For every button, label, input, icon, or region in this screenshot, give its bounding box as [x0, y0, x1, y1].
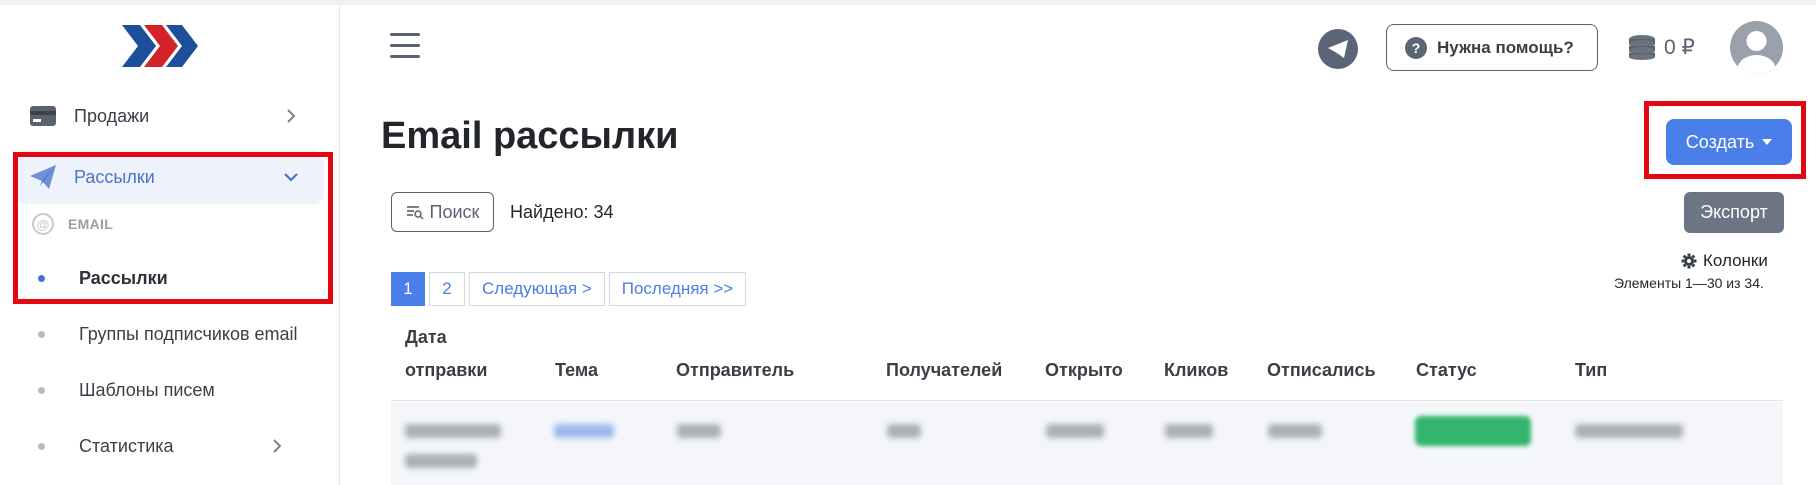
user-icon [1737, 31, 1776, 74]
bullet-icon [38, 330, 45, 338]
export-button[interactable]: Экспорт [1684, 192, 1784, 233]
pagination: 1 2 Следующая > Последняя >> [391, 272, 750, 306]
blurred-cell [1268, 424, 1322, 438]
last-page-link[interactable]: Последняя >> [608, 272, 747, 306]
found-count: Найдено: 34 [510, 202, 614, 222]
sidebar-subitem-templates[interactable]: Шаблоны писем [38, 375, 328, 405]
gear-icon [1681, 253, 1697, 269]
blurred-cell [1575, 424, 1683, 438]
columns-button[interactable]: Колонки [1681, 251, 1768, 271]
sidebar: Продажи Рассылки @ EMAIL Рассылки Группы… [0, 5, 340, 485]
page-title: Email рассылки [381, 115, 679, 157]
page-1[interactable]: 1 [391, 272, 425, 306]
sidebar-item-label: Продажи [74, 105, 150, 126]
app-window: Продажи Рассылки @ EMAIL Рассылки Группы… [0, 0, 1816, 485]
col-recipients[interactable]: Получателей [886, 354, 1002, 387]
hamburger-icon[interactable] [390, 33, 420, 59]
blurred-cell [405, 454, 477, 468]
blurred-cell [1046, 424, 1104, 438]
bullet-icon [38, 386, 45, 394]
card-icon [28, 101, 58, 131]
sidebar-item-sales[interactable]: Продажи [16, 89, 324, 143]
logo-icon[interactable] [120, 21, 200, 71]
chevron-right-icon [287, 109, 296, 123]
col-subject[interactable]: Тема [555, 354, 598, 387]
highlight-box-create [1644, 101, 1806, 179]
blurred-cell [405, 424, 501, 438]
next-page-link[interactable]: Следующая > [469, 272, 605, 306]
sidebar-subitem-subscriber-groups[interactable]: Группы подписчиков email [38, 319, 328, 349]
col-sender[interactable]: Отправитель [676, 354, 794, 387]
search-button[interactable]: Поиск [391, 192, 494, 232]
col-date[interactable]: Дата отправки [405, 321, 487, 387]
col-status[interactable]: Статус [1416, 354, 1477, 387]
col-type[interactable]: Тип [1575, 354, 1607, 387]
blurred-link[interactable] [554, 424, 614, 438]
sidebar-subitem-statistics[interactable]: Статистика [38, 431, 328, 461]
table-row[interactable] [391, 402, 1783, 485]
table-header: Дата отправки Тема Отправитель Получател… [391, 321, 1783, 401]
telegram-icon[interactable] [1318, 29, 1358, 69]
col-unsubscribed[interactable]: Отписались [1267, 354, 1376, 387]
filter-search-icon [406, 206, 424, 220]
bullet-icon [38, 442, 45, 450]
highlight-box-sidebar [13, 152, 333, 304]
balance-amount: 0 ₽ [1664, 35, 1695, 59]
question-icon: ? [1405, 36, 1427, 59]
chevron-right-icon [273, 439, 282, 453]
status-badge [1415, 416, 1531, 446]
items-range: Элементы 1—30 из 34. [1614, 275, 1764, 291]
blurred-cell [887, 424, 921, 438]
col-clicks[interactable]: Кликов [1164, 354, 1228, 387]
help-button[interactable]: ? Нужна помощь? [1386, 24, 1598, 71]
avatar[interactable] [1730, 21, 1783, 74]
blurred-cell [677, 424, 721, 438]
col-opened[interactable]: Открыто [1045, 354, 1123, 387]
page-2[interactable]: 2 [429, 272, 465, 306]
balance[interactable]: 0 ₽ [1626, 33, 1695, 61]
coins-icon [1629, 35, 1655, 60]
blurred-cell [1165, 424, 1213, 438]
